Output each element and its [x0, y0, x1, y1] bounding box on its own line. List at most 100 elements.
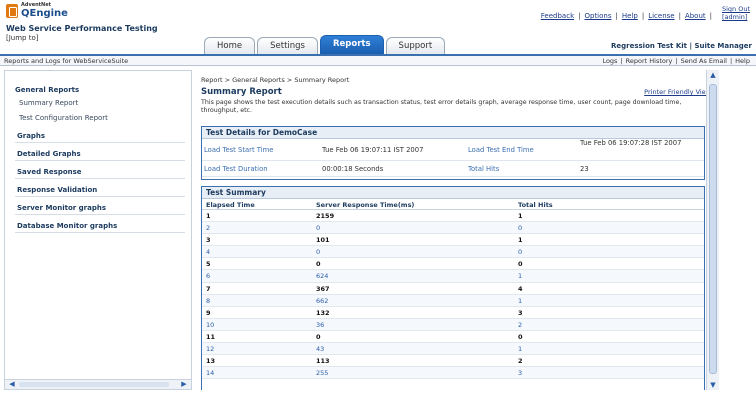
elapsed-time-cell: 14 — [206, 369, 215, 378]
tab-home[interactable]: Home — [204, 37, 256, 54]
sign-out-link[interactable]: Sign Out [admin] — [722, 5, 750, 21]
response-time-cell: 113 — [316, 357, 330, 366]
breadcrumb: Report > General Reports > Summary Repor… — [201, 76, 350, 84]
table-row: 8 662 1 — [202, 294, 704, 307]
total-hits-cell: 2 — [518, 357, 523, 366]
brand-name: QEngine — [21, 8, 68, 19]
test-summary-panel: Test Summary Elapsed Time Server Respons… — [201, 186, 705, 390]
options-link[interactable]: Options — [584, 12, 611, 20]
general-reports-heading[interactable]: General Reports — [15, 85, 183, 96]
sidebar-item-detailed-graphs[interactable]: Detailed Graphs — [15, 147, 185, 161]
link-separator: | — [615, 12, 618, 20]
scroll-up-icon[interactable]: ▲ — [707, 70, 719, 80]
table-row: 4 0 0 — [202, 246, 704, 259]
signed-in-user: [admin] — [721, 13, 748, 21]
table-row: 13 113 2 — [202, 355, 704, 368]
total-hits-cell: 1 — [518, 236, 523, 245]
table-row: 14 255 3 — [202, 367, 704, 380]
response-time-cell: 36 — [316, 320, 325, 329]
column-header-elapsed-time[interactable]: Elapsed Time — [206, 201, 255, 209]
about-link[interactable]: About — [685, 12, 706, 20]
elapsed-time-cell: 8 — [206, 296, 211, 305]
elapsed-time-cell: 6 — [206, 272, 211, 281]
tab-reports[interactable]: Reports — [319, 35, 384, 54]
sub-navigation-bar: Reports and Logs for WebServiceSuite Log… — [0, 54, 756, 66]
detail-value: 23 — [580, 165, 589, 173]
tab-settings[interactable]: Settings — [257, 37, 318, 54]
sidebar-item-response-validation[interactable]: Response Validation — [15, 183, 185, 197]
column-header-total-hits[interactable]: Total Hits — [518, 201, 553, 209]
elapsed-time-cell: 11 — [206, 332, 216, 341]
content-vertical-scrollbar[interactable]: ▲ ▼ — [706, 70, 719, 390]
app-header: AdventNet QEngine Web Service Performanc… — [0, 0, 756, 54]
general-reports-group: General Reports Summary Report Test Conf… — [15, 85, 183, 126]
suite-links[interactable]: Regression Test Kit | Suite Manager — [611, 42, 752, 50]
report-history-link[interactable]: Report History — [626, 57, 673, 65]
column-header-server-response-time[interactable]: Server Response Time(ms) — [316, 201, 414, 209]
elapsed-time-cell: 7 — [206, 284, 211, 293]
response-time-cell: 132 — [316, 308, 330, 317]
total-hits-cell: 1 — [518, 296, 523, 305]
app-title: Web Service Performance Testing — [6, 24, 158, 33]
scroll-left-icon[interactable]: ◀ — [7, 380, 17, 389]
table-row: 5 0 0 — [202, 258, 704, 271]
response-time-cell: 0 — [316, 332, 321, 341]
link-separator: | — [709, 12, 712, 20]
elapsed-time-cell: 9 — [206, 308, 211, 317]
scroll-down-icon[interactable]: ▼ — [707, 380, 719, 390]
sidebar-item-server-monitor-graphs[interactable]: Server Monitor graphs — [15, 201, 185, 215]
help-link[interactable]: Help — [735, 57, 750, 65]
tab-support[interactable]: Support — [385, 37, 446, 54]
total-hits-cell: 1 — [518, 212, 523, 220]
link-separator: | — [641, 12, 645, 20]
detail-value: 00:00:18 Seconds — [322, 165, 384, 173]
elapsed-time-cell: 2 — [206, 224, 211, 233]
top-links: Feedback | Options | Help | License | About | — [541, 12, 716, 20]
response-time-cell: 662 — [316, 296, 329, 305]
scrollbar-thumb[interactable] — [19, 382, 169, 387]
detail-value: Tue Feb 06 19:07:11 IST 2007 — [322, 146, 424, 154]
response-time-cell: 2159 — [316, 212, 335, 220]
printer-friendly-link[interactable]: Printer Friendly View — [644, 88, 711, 96]
link-separator: | — [578, 12, 581, 20]
total-hits-cell: 0 — [518, 332, 523, 341]
elapsed-time-cell: 5 — [206, 260, 211, 269]
report-actions: Logs | Report History | Send As Email | Help — [602, 57, 750, 65]
elapsed-time-cell: 1 — [206, 212, 211, 220]
jump-to-link[interactable]: [Jump to] — [6, 34, 38, 42]
test-details-panel: Test Details for DemoCase Load Test Star… — [201, 126, 705, 180]
logs-link[interactable]: Logs — [602, 57, 617, 65]
table-row: 2 0 0 — [202, 222, 704, 235]
sidebar-item-summary-report[interactable]: Summary Report — [15, 96, 183, 111]
send-as-email-link[interactable]: Send As Email — [681, 57, 727, 65]
detail-label: Load Test End Time — [468, 146, 534, 154]
elapsed-time-cell: 13 — [206, 357, 216, 366]
sidebar-item-test-configuration-report[interactable]: Test Configuration Report — [15, 111, 183, 126]
elapsed-time-cell: 4 — [206, 248, 211, 257]
page-description: This page shows the test execution detai… — [201, 99, 682, 114]
scroll-right-icon[interactable]: ▶ — [179, 380, 189, 389]
link-separator: | — [620, 57, 623, 65]
sidebar-item-database-monitor-graphs[interactable]: Database Monitor graphs — [15, 219, 185, 233]
response-time-cell: 0 — [316, 260, 321, 269]
main-tabs: Home Settings Reports Support — [204, 33, 447, 54]
response-time-cell: 101 — [316, 236, 330, 245]
sidebar-item-saved-response[interactable]: Saved Response — [15, 165, 185, 179]
sidebar-horizontal-scrollbar[interactable]: ◀ ▶ — [5, 379, 191, 389]
help-link[interactable]: Help — [622, 12, 638, 20]
table-row: 12 43 1 — [202, 343, 704, 356]
link-separator: | — [729, 57, 733, 65]
qengine-logo[interactable]: AdventNet QEngine — [6, 2, 68, 22]
feedback-link[interactable]: Feedback — [541, 12, 574, 20]
elapsed-time-cell: 3 — [206, 236, 211, 245]
total-hits-cell: 2 — [518, 320, 523, 329]
scrollbar-thumb[interactable] — [709, 84, 717, 374]
response-time-cell: 255 — [316, 369, 329, 378]
license-link[interactable]: License — [648, 12, 674, 20]
sidebar-item-graphs[interactable]: Graphs — [15, 129, 185, 143]
table-row: 10 36 2 — [202, 318, 704, 331]
page-title: Summary Report — [201, 87, 282, 97]
test-summary-header-row: Elapsed Time Server Response Time(ms) To… — [202, 199, 704, 210]
detail-value: Tue Feb 06 19:07:28 IST 2007 — [580, 139, 682, 147]
total-hits-cell: 0 — [518, 260, 523, 269]
